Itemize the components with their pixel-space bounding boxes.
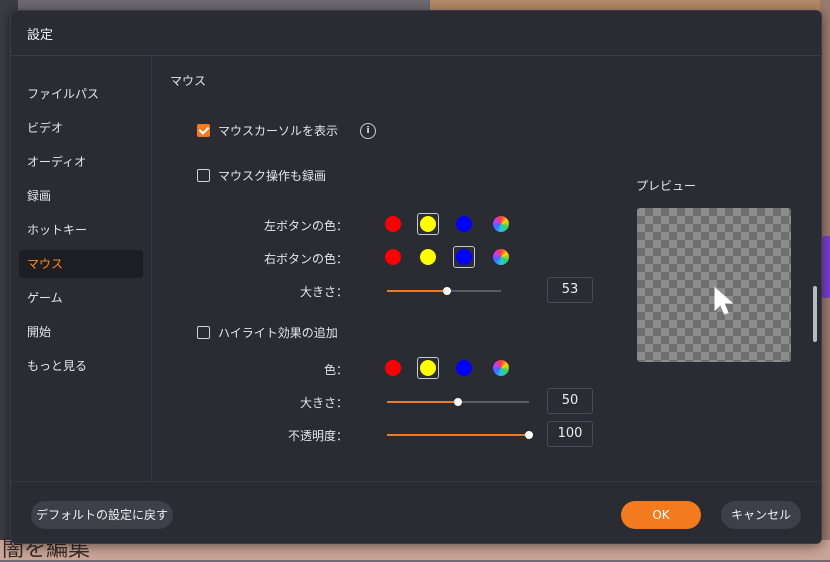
- click-size-input[interactable]: 53: [547, 277, 593, 303]
- opacity-fill: [387, 434, 529, 436]
- opacity-slider[interactable]: [387, 431, 533, 439]
- click-size-slider[interactable]: [387, 287, 501, 295]
- sidebar-item-audio[interactable]: オーディオ: [19, 148, 143, 176]
- sidebar-item-hotkeys[interactable]: ホットキー: [19, 216, 143, 244]
- highlight-color-blue[interactable]: [456, 360, 472, 376]
- show-cursor-label: マウスカーソルを表示: [218, 124, 339, 138]
- highlight-color-red[interactable]: [385, 360, 401, 376]
- settings-dialog: 設定 ファイルパス ビデオ オーディオ 録画 ホットキー マウス ゲーム 開始 …: [10, 10, 822, 544]
- sidebar-item-start[interactable]: 開始: [19, 318, 143, 346]
- settings-sidebar: ファイルパス ビデオ オーディオ 録画 ホットキー マウス ゲーム 開始 もっと…: [11, 56, 152, 481]
- highlight-row: ハイライト効果の追加: [197, 324, 338, 341]
- highlight-size-input[interactable]: 50: [547, 388, 593, 414]
- ok-button[interactable]: OK: [621, 501, 701, 529]
- right-color-custom-icon[interactable]: [493, 249, 509, 265]
- highlight-color-yellow[interactable]: [420, 360, 436, 376]
- click-size-fill: [387, 290, 447, 292]
- highlight-size-slider[interactable]: [387, 398, 529, 406]
- cancel-button[interactable]: キャンセル: [721, 501, 801, 529]
- cursor-arrow-icon: [714, 286, 734, 315]
- preview-label: プレビュー: [636, 179, 697, 193]
- sidebar-item-more[interactable]: もっと見る: [19, 352, 143, 380]
- opacity-label: 不透明度：: [287, 429, 348, 443]
- left-button-color-label: 左ボタンの色：: [263, 219, 348, 233]
- panel-scrollbar[interactable]: [813, 286, 817, 342]
- reset-defaults-button[interactable]: デフォルトの設定に戻す: [31, 501, 173, 529]
- sidebar-item-file-path[interactable]: ファイルパス: [19, 80, 143, 108]
- record-clicks-label: マウスク操作も録画: [218, 169, 327, 183]
- highlight-size-label: 大きさ：: [299, 396, 348, 410]
- highlight-label: ハイライト効果の追加: [218, 326, 338, 340]
- opacity-input[interactable]: 100: [547, 421, 593, 447]
- click-size-label: 大きさ：: [299, 285, 348, 299]
- right-button-color-label: 右ボタンの色：: [263, 252, 348, 266]
- left-color-yellow[interactable]: [420, 216, 436, 232]
- dialog-footer: デフォルトの設定に戻す OK キャンセル: [11, 481, 821, 544]
- record-clicks-checkbox[interactable]: [197, 169, 210, 182]
- right-color-yellow[interactable]: [420, 249, 436, 265]
- right-color-red[interactable]: [385, 249, 401, 265]
- left-color-blue[interactable]: [456, 216, 472, 232]
- sidebar-item-video[interactable]: ビデオ: [19, 114, 143, 142]
- record-clicks-row: マウスク操作も録画: [197, 167, 326, 184]
- sidebar-item-game[interactable]: ゲーム: [19, 284, 143, 312]
- sidebar-item-mouse[interactable]: マウス: [19, 250, 143, 278]
- highlight-size-thumb[interactable]: [454, 398, 462, 406]
- preview-area: [637, 208, 791, 362]
- right-color-blue[interactable]: [456, 249, 472, 265]
- show-cursor-checkbox[interactable]: [197, 124, 210, 137]
- click-size-thumb[interactable]: [443, 287, 451, 295]
- highlight-checkbox[interactable]: [197, 326, 210, 339]
- dialog-titlebar: 設定: [11, 11, 821, 56]
- left-color-custom-icon[interactable]: [493, 216, 509, 232]
- highlight-color-label: 色：: [323, 363, 348, 377]
- mouse-settings-panel: マウス マウスカーソルを表示 i マウスク操作も録画 左ボタンの色： 右ボタンの…: [152, 56, 821, 481]
- opacity-thumb[interactable]: [525, 431, 533, 439]
- highlight-color-custom-icon[interactable]: [493, 360, 509, 376]
- section-title: マウス: [170, 74, 207, 88]
- show-cursor-row: マウスカーソルを表示 i: [197, 122, 377, 139]
- sidebar-item-recording[interactable]: 録画: [19, 182, 143, 210]
- info-icon[interactable]: i: [360, 122, 377, 139]
- dialog-title: 設定: [27, 28, 54, 43]
- left-color-red[interactable]: [385, 216, 401, 232]
- highlight-size-fill: [387, 401, 458, 403]
